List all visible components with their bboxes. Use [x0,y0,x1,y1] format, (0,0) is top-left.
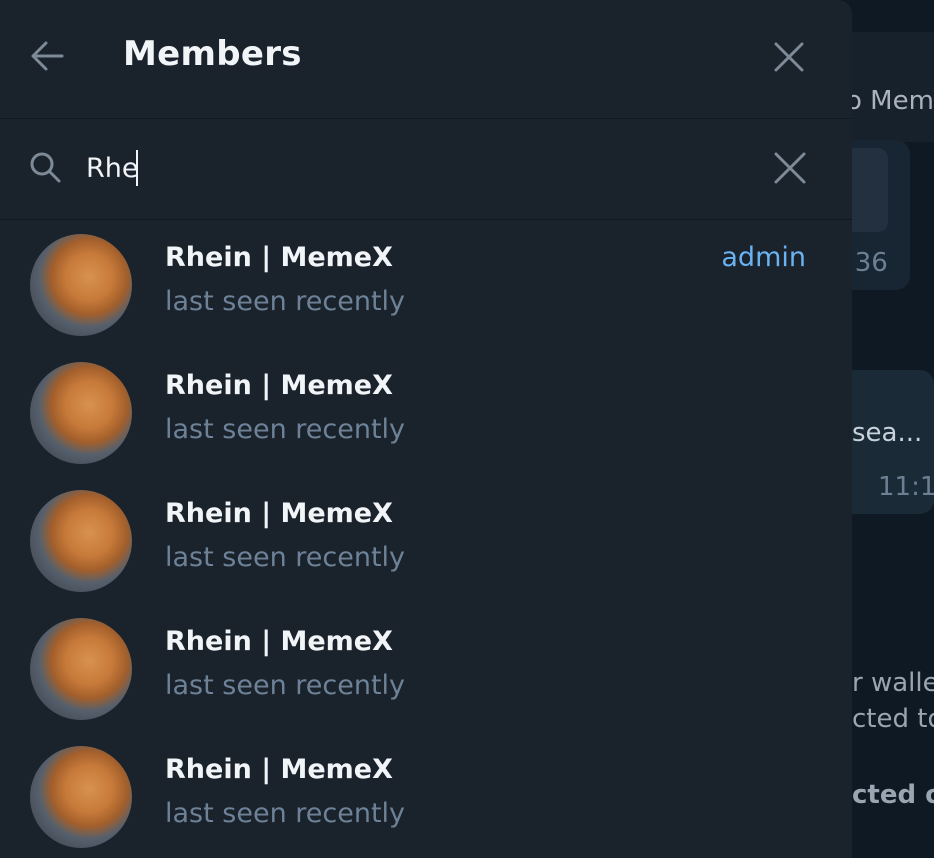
member-row[interactable]: Rhein | MemeX last seen recently admin [0,220,852,348]
chat-message-time: :36 [846,248,888,278]
clear-search-button[interactable] [770,148,810,188]
avatar [30,618,132,720]
chat-message-time: 11:1 [878,472,934,502]
chat-text-line: cted to [852,704,934,734]
member-row[interactable]: Rhein | MemeX last seen recently [0,476,852,604]
member-row[interactable]: Rhein | MemeX last seen recently [0,732,852,858]
members-list: Rhein | MemeX last seen recently admin R… [0,220,852,858]
avatar [30,490,132,592]
panel-header: Members [0,0,852,119]
chat-text-line: cted o [852,780,934,810]
chat-message-text: sea... [852,418,923,448]
clear-icon [774,152,806,184]
arrow-left-icon [31,41,64,71]
member-name: Rhein | MemeX [165,754,393,785]
members-panel: Members Rhein | MemeX last seen recently… [0,0,852,858]
chat-text-line: r walle [852,668,934,698]
text-caret [136,150,138,186]
avatar [30,362,132,464]
member-status: last seen recently [165,286,406,317]
avatar [30,234,132,336]
panel-title: Members [123,34,302,74]
close-icon [774,42,804,72]
close-button[interactable] [768,36,810,78]
member-name: Rhein | MemeX [165,370,393,401]
member-role-badge: admin [721,242,806,273]
chat-header-fragment: o Mem [846,86,934,116]
member-status: last seen recently [165,414,406,445]
search-input[interactable] [86,145,726,191]
member-name: Rhein | MemeX [165,242,393,273]
search-icon [28,150,62,184]
member-status: last seen recently [165,798,406,829]
member-name: Rhein | MemeX [165,498,393,529]
back-button[interactable] [26,34,70,78]
member-row[interactable]: Rhein | MemeX last seen recently [0,604,852,732]
member-row[interactable]: Rhein | MemeX last seen recently [0,348,852,476]
member-name: Rhein | MemeX [165,626,393,657]
member-status: last seen recently [165,670,406,701]
avatar [30,746,132,848]
member-status: last seen recently [165,542,406,573]
